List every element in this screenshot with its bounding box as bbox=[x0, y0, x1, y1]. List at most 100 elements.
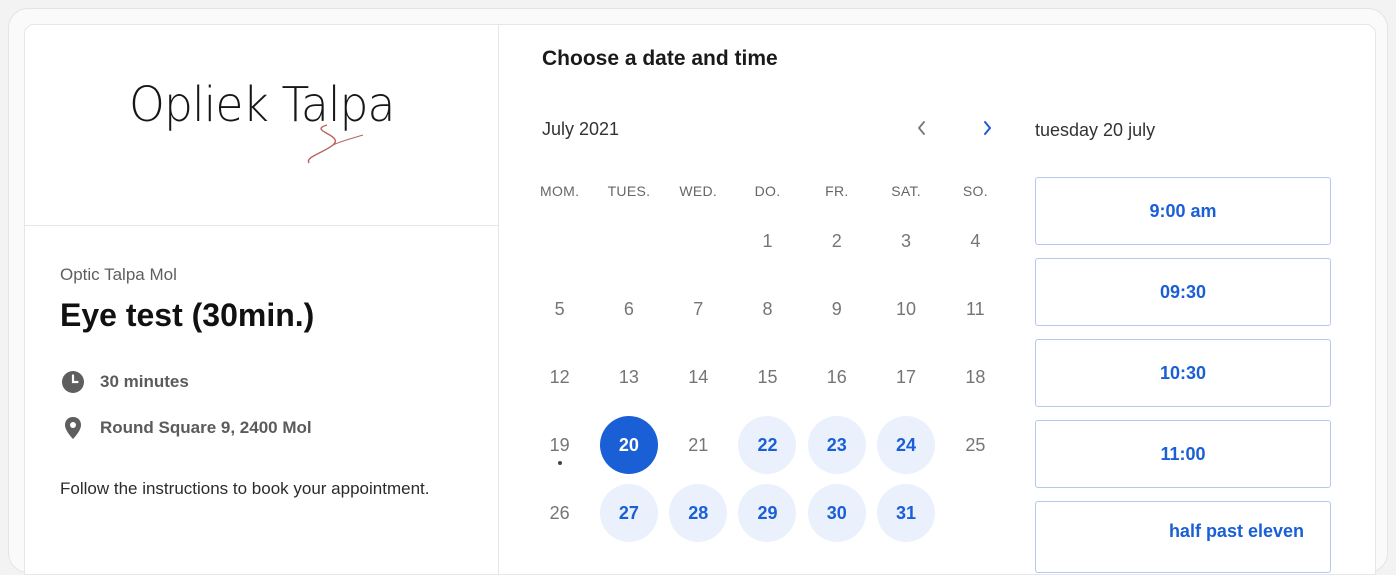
calendar-week-row: 12 13 14 15 16 17 18 bbox=[525, 343, 1010, 411]
event-title: Eye test (30min.) bbox=[60, 297, 315, 333]
weekday-label: TUES. bbox=[607, 183, 651, 199]
calendar-day: 9 bbox=[802, 275, 871, 343]
calendar-day-number: 16 bbox=[826, 366, 847, 387]
logo-swirl-icon bbox=[307, 124, 364, 164]
time-slot-list: 9:00 am 09:30 10:30 11:00 half past elev… bbox=[1035, 177, 1331, 574]
calendar-day: 3 bbox=[871, 207, 940, 275]
calendar-day-selected[interactable]: 20 bbox=[594, 411, 663, 479]
calendar-week-row: 26 27 28 29 30 31 bbox=[525, 479, 1010, 547]
calendar-day-number: 30 bbox=[807, 484, 866, 542]
calendar-day-number: 14 bbox=[688, 366, 709, 387]
calendar-day-available[interactable]: 30 bbox=[802, 479, 871, 547]
calendar-day-number: 8 bbox=[762, 298, 773, 319]
calendar-day-number: 12 bbox=[549, 366, 570, 387]
calendar-day-available[interactable]: 23 bbox=[802, 411, 871, 479]
calendar-day-number: 31 bbox=[877, 484, 936, 542]
chevron-left-icon bbox=[918, 121, 925, 135]
calendar-day-number: 17 bbox=[896, 366, 917, 387]
calendar-day-available[interactable]: 28 bbox=[664, 479, 733, 547]
calendar-day-number: 21 bbox=[688, 434, 709, 455]
calendar-day-number: 28 bbox=[669, 484, 728, 542]
chevron-right-icon bbox=[984, 121, 991, 135]
next-month-button[interactable] bbox=[972, 113, 1002, 143]
calendar-day: 4 bbox=[941, 207, 1010, 275]
calendar-day-number: 2 bbox=[831, 230, 842, 251]
map-pin-icon bbox=[60, 415, 86, 441]
time-slot-button[interactable]: 10:30 bbox=[1035, 339, 1331, 407]
booking-card: Opliek Talpa Optic Talpa Mol Eye test (3… bbox=[24, 24, 1376, 575]
weekday-label: WED. bbox=[679, 183, 718, 199]
weekday-header: MOM. TUES. WED. DO. FR. SAT. SO. bbox=[525, 183, 1010, 199]
calendar-day-number: 29 bbox=[738, 484, 797, 542]
calendar-empty-cell bbox=[594, 207, 663, 275]
calendar-day-number: 27 bbox=[599, 484, 658, 542]
calendar-day: 26 bbox=[525, 479, 594, 547]
calendar-day: 8 bbox=[733, 275, 802, 343]
calendar-day: 7 bbox=[664, 275, 733, 343]
calendar-day-available[interactable]: 24 bbox=[871, 411, 940, 479]
duration-text: 30 minutes bbox=[100, 372, 189, 391]
weekday-label: FR. bbox=[825, 183, 849, 199]
calendar-day: 14 bbox=[664, 343, 733, 411]
calendar-day: 5 bbox=[525, 275, 594, 343]
calendar-week-row: 19 20 21 22 23 24 25 bbox=[525, 411, 1010, 479]
weekday-label: SO. bbox=[962, 183, 988, 199]
month-label: July 2021 bbox=[542, 119, 620, 139]
calendar-day: 11 bbox=[941, 275, 1010, 343]
organization-name: Optic Talpa Mol bbox=[60, 265, 177, 284]
calendar-day-available[interactable]: 27 bbox=[594, 479, 663, 547]
calendar-empty-cell bbox=[525, 207, 594, 275]
calendar-day: 12 bbox=[525, 343, 594, 411]
calendar-grid: 1 2 3 4 5 6 7 8 9 10 11 12 13 14 15 16 17 18 19 20 21 22 23 24 2… bbox=[525, 207, 1010, 547]
calendar-day-number: 25 bbox=[965, 434, 986, 455]
booking-instructions: Follow the instructions to book your app… bbox=[60, 479, 430, 498]
calendar-day-number: 7 bbox=[693, 298, 704, 319]
calendar-day: 13 bbox=[594, 343, 663, 411]
weekday-label: MOM. bbox=[539, 183, 580, 199]
calendar-day-available[interactable]: 31 bbox=[871, 479, 940, 547]
selected-date-label: tuesday 20 july bbox=[1035, 120, 1156, 140]
calendar-empty-cell bbox=[664, 207, 733, 275]
calendar-day-number: 15 bbox=[757, 366, 778, 387]
scheduler-heading: Choose a date and time bbox=[542, 47, 778, 70]
time-slot-button[interactable]: 09:30 bbox=[1035, 258, 1331, 326]
time-slot-button[interactable]: half past eleven bbox=[1035, 501, 1331, 573]
calendar-day: 18 bbox=[941, 343, 1010, 411]
time-slot-button[interactable]: 9:00 am bbox=[1035, 177, 1331, 245]
weekday-label: SAT. bbox=[891, 183, 921, 199]
calendar-day-number: 20 bbox=[599, 416, 658, 474]
calendar-day-number: 11 bbox=[965, 298, 985, 319]
calendar-day: 15 bbox=[733, 343, 802, 411]
calendar-day: 6 bbox=[594, 275, 663, 343]
calendar-day: 25 bbox=[941, 411, 1010, 479]
calendar-day-number: 6 bbox=[623, 298, 634, 319]
calendar-day-number: 19 bbox=[549, 434, 570, 455]
calendar-day-number: 1 bbox=[762, 230, 773, 251]
calendar-week-row: 1 2 3 4 bbox=[525, 207, 1010, 275]
weekday-label: DO. bbox=[754, 183, 781, 199]
logo-area: Opliek Talpa bbox=[25, 25, 499, 226]
calendar-day-number: 23 bbox=[807, 416, 866, 474]
calendar-day: 19 bbox=[525, 411, 594, 479]
calendar-day: 10 bbox=[871, 275, 940, 343]
calendar-day-number: 5 bbox=[554, 298, 565, 319]
calendar-day-number: 22 bbox=[738, 416, 797, 474]
event-details-panel: Opliek Talpa Optic Talpa Mol Eye test (3… bbox=[25, 25, 499, 574]
calendar-day-number: 13 bbox=[618, 366, 639, 387]
location-text: Round Square 9, 2400 Mol bbox=[100, 418, 312, 437]
event-location: Round Square 9, 2400 Mol bbox=[60, 415, 312, 441]
time-slot-button[interactable]: 11:00 bbox=[1035, 420, 1331, 488]
calendar-day-available[interactable]: 29 bbox=[733, 479, 802, 547]
calendar-day-number: 9 bbox=[831, 298, 842, 319]
calendar-day-number: 10 bbox=[896, 298, 917, 319]
calendar-day: 2 bbox=[802, 207, 871, 275]
clock-icon bbox=[60, 369, 86, 395]
calendar-day: 1 bbox=[733, 207, 802, 275]
calendar-week-row: 5 6 7 8 9 10 11 bbox=[525, 275, 1010, 343]
calendar-day-available[interactable]: 22 bbox=[733, 411, 802, 479]
calendar-day-number: 24 bbox=[877, 416, 936, 474]
calendar-day: 21 bbox=[664, 411, 733, 479]
event-duration: 30 minutes bbox=[60, 369, 189, 395]
previous-month-button[interactable] bbox=[907, 113, 937, 143]
calendar-day: 17 bbox=[871, 343, 940, 411]
